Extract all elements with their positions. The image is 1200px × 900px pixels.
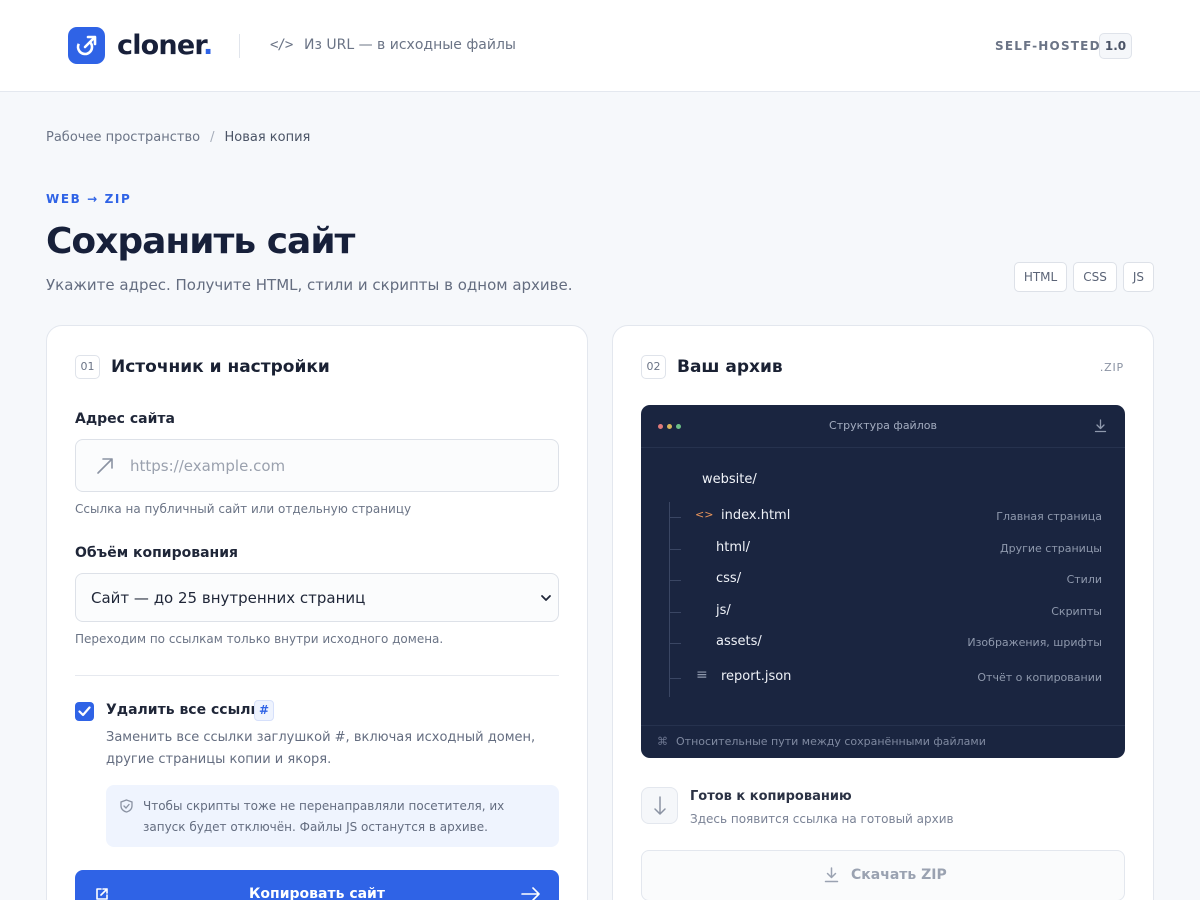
logo-text: cloner	[117, 30, 204, 61]
card-title: Источник и настройки	[111, 357, 330, 377]
chevron-down-icon	[541, 595, 551, 601]
zip-tag: .ZIP	[1099, 361, 1124, 374]
logo-dot: .	[203, 30, 213, 61]
tree-row: html/ Другие страницы	[641, 539, 1125, 559]
source-settings-card: 01 Источник и настройки Адрес сайта Ссыл…	[46, 325, 588, 900]
top-header: cloner. </> Из URL — в исходные файлы SE…	[0, 0, 1200, 92]
step-number: 01	[75, 355, 100, 379]
tree-file-name: report.json	[721, 669, 792, 684]
tree-row: css/ Стили	[641, 570, 1125, 590]
url-field[interactable]	[75, 439, 559, 492]
tree-row: <> index.html Главная страница	[641, 507, 1125, 527]
header-divider	[239, 34, 240, 58]
arrow-up-right-icon	[97, 458, 113, 474]
download-zip-label: Скачать ZIP	[851, 867, 947, 883]
url-input[interactable]	[130, 452, 530, 480]
tree-file-description: Главная страница	[996, 510, 1102, 523]
card-title: Ваш архив	[677, 357, 783, 377]
version-badge: 1.0	[1099, 33, 1132, 59]
tree-file-description: Стили	[1066, 573, 1102, 586]
chip-html: HTML	[1013, 262, 1068, 292]
section-divider	[75, 675, 559, 676]
file-tree-footer: ⌘ Относительные пути между сохранёнными …	[641, 725, 1125, 758]
url-label: Адрес сайта	[75, 411, 175, 427]
scope-select[interactable]: Сайт — до 25 внутренних страниц	[75, 573, 559, 622]
logo-wordmark[interactable]: cloner.	[117, 27, 213, 65]
notice-text: Чтобы скрипты тоже не перенаправляли пос…	[143, 799, 505, 834]
list-file-icon: ≡	[696, 667, 708, 683]
page-title: Сохранить сайт	[46, 221, 355, 262]
tree-file-description: Изображения, шрифты	[967, 636, 1102, 649]
tree-file-name: js/	[716, 603, 731, 618]
page-subtitle: Укажите адрес. Получите HTML, стили и ск…	[46, 276, 573, 294]
download-zip-button[interactable]: Скачать ZIP	[641, 850, 1125, 900]
status-title: Готов к копированию	[690, 789, 852, 804]
file-tree-footer-text: Относительные пути между сохранёнными фа…	[676, 735, 986, 748]
tree-file-description: Отчёт о копировании	[977, 671, 1102, 684]
copy-site-label: Копировать сайт	[248, 886, 385, 900]
tree-tick	[669, 517, 681, 518]
html-file-icon: <>	[695, 508, 714, 521]
chip-css: CSS	[1073, 262, 1117, 292]
tree-tick	[669, 549, 681, 550]
tree-row: js/ Скрипты	[641, 602, 1125, 622]
tree-file-description: Скрипты	[1051, 605, 1102, 618]
copy-site-button[interactable]: Копировать сайт	[75, 870, 559, 900]
url-hint: Ссылка на публичный сайт или отдельную с…	[75, 502, 412, 516]
hash-badge: #	[254, 700, 274, 721]
download-icon	[824, 867, 839, 883]
tree-root-folder: website/	[702, 472, 757, 487]
tree-tick	[669, 580, 681, 581]
logo-icon[interactable]	[68, 27, 105, 64]
header-tagline: Из URL — в исходные файлы	[304, 37, 516, 53]
step-number: 02	[641, 355, 666, 379]
download-icon[interactable]	[1094, 419, 1107, 433]
tree-row: assets/ Изображения, шрифты	[641, 633, 1125, 653]
tree-tick	[669, 643, 681, 644]
tree-file-name: assets/	[716, 634, 762, 649]
self-hosted-label: SELF-HOSTED	[995, 39, 1101, 53]
file-tree-header: Структура файлов	[641, 405, 1125, 448]
tree-row: ≡ report.json Отчёт о копировании	[641, 667, 1125, 688]
checkmark-icon	[78, 706, 91, 717]
arrow-down-icon	[654, 796, 666, 815]
status-icon-box	[641, 787, 678, 824]
tree-tick	[669, 678, 681, 679]
arrow-right-icon	[521, 887, 540, 900]
file-tree-title: Структура файлов	[829, 419, 937, 432]
chip-js: JS	[1122, 262, 1154, 292]
scope-label: Объём копирования	[75, 545, 239, 561]
code-icon: </>	[270, 37, 293, 53]
breadcrumb-workspace[interactable]: Рабочее пространство	[46, 130, 200, 145]
remove-links-description: Заменить все ссылки заглушкой #, включая…	[106, 730, 536, 767]
tree-file-name: index.html	[721, 508, 791, 523]
remove-links-label[interactable]: Удалить все ссылки	[106, 702, 270, 718]
scripts-notice: Чтобы скрипты тоже не перенаправляли пос…	[106, 785, 559, 847]
breadcrumb-separator: /	[210, 130, 215, 145]
tree-file-name: css/	[716, 571, 742, 586]
scope-selected-value: Сайт — до 25 внутренних страниц	[91, 589, 366, 607]
remove-links-checkbox[interactable]	[75, 702, 94, 721]
tree-tick	[669, 612, 681, 613]
breadcrumb-current: Новая копия	[224, 130, 311, 145]
archive-card: 02 Ваш архив .ZIP Структура файлов websi…	[612, 325, 1154, 900]
command-icon: ⌘	[657, 735, 668, 748]
tree-file-description: Другие страницы	[1000, 542, 1102, 555]
status-subtitle: Здесь появится ссылка на готовый архив	[690, 812, 954, 826]
scope-hint: Переходим по ссылкам только внутри исход…	[75, 632, 444, 646]
eyebrow-label: WEB → ZIP	[46, 192, 132, 206]
shield-icon	[120, 799, 133, 813]
tree-file-name: html/	[716, 540, 750, 555]
breadcrumb: Рабочее пространство / Новая копия	[46, 130, 310, 145]
file-tree-panel: Структура файлов website/ <> index.html …	[641, 405, 1125, 758]
format-chips: HTML CSS JS	[1013, 262, 1154, 292]
